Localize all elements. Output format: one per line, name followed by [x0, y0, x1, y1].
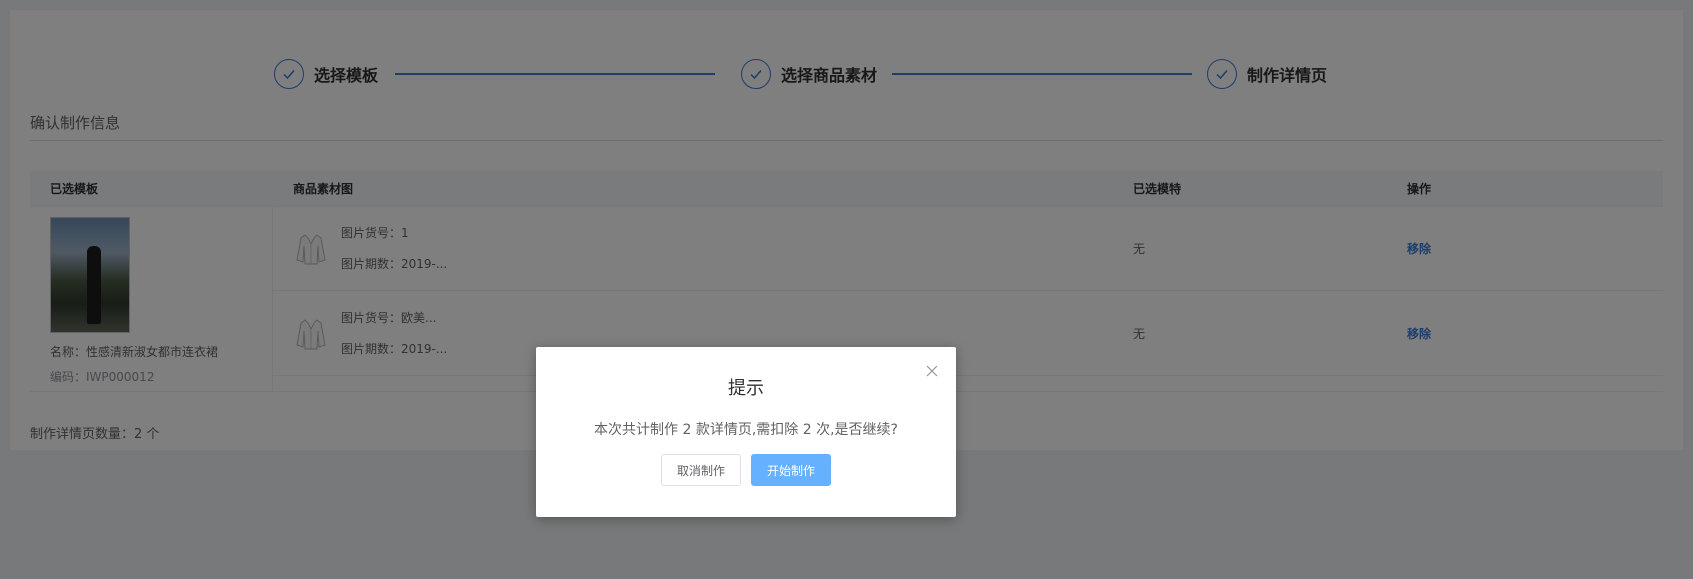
close-icon[interactable] — [924, 363, 940, 379]
cancel-button[interactable]: 取消制作 — [660, 454, 741, 486]
confirm-dialog: 提示 本次共计制作 2 款详情页,需扣除 2 次,是否继续? 取消制作 开始制作 — [536, 347, 956, 517]
dialog-title: 提示 — [728, 378, 764, 399]
dialog-message: 本次共计制作 2 款详情页,需扣除 2 次,是否继续? — [594, 422, 898, 438]
start-button[interactable]: 开始制作 — [751, 454, 832, 486]
dialog-actions: 取消制作 开始制作 — [536, 454, 956, 486]
